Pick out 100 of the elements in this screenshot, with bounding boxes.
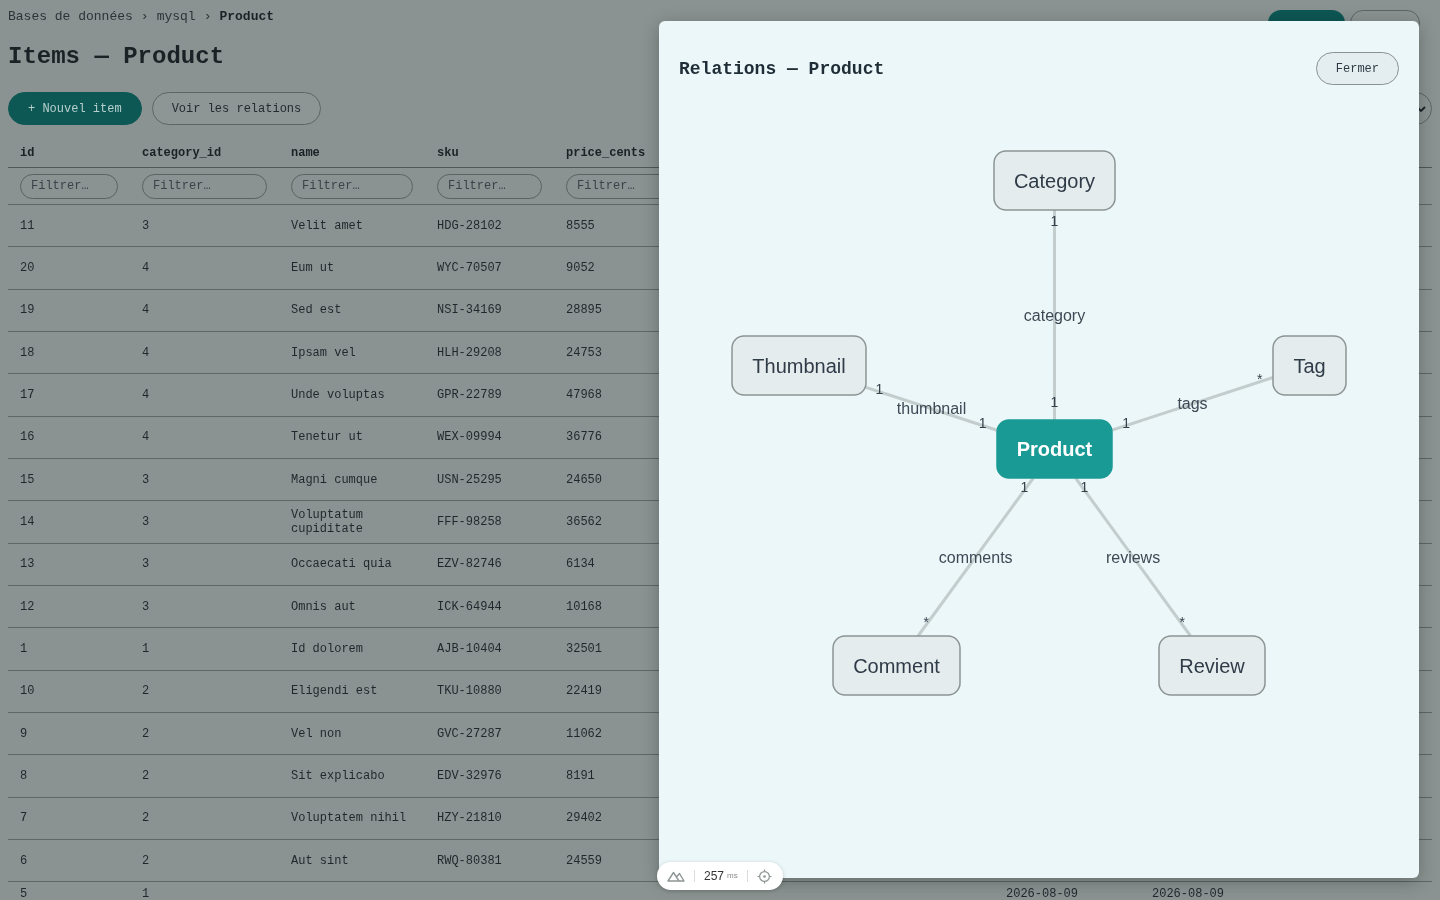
relation-label: reviews xyxy=(1105,548,1161,566)
table-cell-text: Sit explicabo xyxy=(290,768,386,783)
mountain-icon[interactable] xyxy=(667,870,685,882)
breadcrumb-link[interactable]: mysql xyxy=(156,9,196,24)
page-title: Items — Product xyxy=(8,42,225,72)
table-cell-text: Magni cumque xyxy=(290,472,379,487)
table-cell-text: Occaecati quia xyxy=(290,557,393,572)
close-button[interactable]: Fermer xyxy=(1315,52,1399,85)
filter-field[interactable]: Filtrer… xyxy=(20,173,118,199)
breadcrumb-link[interactable]: Bases de données xyxy=(8,9,133,24)
cardinality-label: 1 xyxy=(875,380,884,397)
table-cell-text: 14 xyxy=(19,514,36,529)
table-cell-text: Omnis aut xyxy=(290,599,357,614)
table-cell-text: 36562 xyxy=(565,514,603,529)
table-cell-text: GPR-22789 xyxy=(436,387,503,402)
table-cell-text: Eligendi est xyxy=(290,684,379,699)
table-cell-text: 22419 xyxy=(565,684,603,699)
entity-node: Product xyxy=(996,419,1113,479)
table-cell-text: EDV-32976 xyxy=(436,768,503,783)
table-cell-text: 13 xyxy=(19,557,36,572)
table-cell-text: Eum ut xyxy=(290,261,336,275)
table-cell-text: 47968 xyxy=(565,387,603,402)
entity-node: Thumbnail xyxy=(731,335,867,396)
cardinality-label: 1 xyxy=(1020,479,1029,496)
relation-label: category xyxy=(1023,306,1086,324)
table-cell-text: 29402 xyxy=(565,811,603,826)
cardinality-label: 1 xyxy=(1050,213,1059,229)
table-cell-text: RWQ-80381 xyxy=(436,853,503,868)
add-item-button[interactable]: + Nouvel item xyxy=(8,92,142,125)
table-cell-text: Ipsam vel xyxy=(290,345,357,360)
table-cell-text: 8555 xyxy=(565,218,596,233)
table-cell-text: 4 xyxy=(141,387,151,402)
table-cell-text: WYC-70507 xyxy=(436,261,503,275)
filter-field[interactable]: Filtrer… xyxy=(437,173,542,199)
table-cell-text: 15 xyxy=(19,472,36,487)
cardinality-label: 1 xyxy=(1122,414,1131,431)
table-cell-text: FFF-98258 xyxy=(436,514,503,529)
table-cell-text: 2 xyxy=(141,684,151,699)
filter-field[interactable]: Filtrer… xyxy=(142,173,267,199)
filter-field[interactable]: Filtrer… xyxy=(291,173,413,199)
table-cell-text: 8191 xyxy=(565,768,596,783)
table-cell-text: 32501 xyxy=(565,641,603,656)
table-cell-text: 36776 xyxy=(565,430,603,445)
table-cell-text: Velit amet xyxy=(290,218,364,233)
table-cell-text: 12 xyxy=(19,599,36,614)
table-cell-text: 16 xyxy=(19,430,36,445)
table-cell-text: 17 xyxy=(19,387,36,402)
table-cell-text: HZY-21810 xyxy=(436,811,503,826)
table-cell-text: 2 xyxy=(141,768,151,783)
table-cell-text: 24559 xyxy=(565,853,603,868)
dialog-title: Relations — Product xyxy=(679,57,885,80)
table-cell-text: WEX-09994 xyxy=(436,430,503,445)
cardinality-label: 1 xyxy=(1080,479,1089,496)
table-cell-text: AJB-10404 xyxy=(436,641,503,656)
table-cell-text: Tenetur ut xyxy=(290,430,364,445)
cardinality-label: * xyxy=(1256,370,1263,387)
table-cell-text: 3 xyxy=(141,599,151,614)
table-cell-text: ICK-64944 xyxy=(436,599,503,614)
breadcrumb-separator: › xyxy=(140,9,149,24)
entity-node: Category xyxy=(993,150,1116,211)
table-cell-text: 9052 xyxy=(565,261,596,275)
relation-label: tags xyxy=(1177,395,1208,413)
view-relations-button[interactable]: Voir les relations xyxy=(151,92,322,125)
duration-value: 257 xyxy=(704,869,725,883)
table-cell-text: 2026-08-09 xyxy=(1005,887,1079,900)
table-cell-text: 20 xyxy=(19,261,36,275)
table-cell-text: 4 xyxy=(141,261,151,275)
table-cell-text: 7 xyxy=(19,811,29,826)
table-cell-text: Unde voluptas xyxy=(290,387,386,402)
cardinality-label: 1 xyxy=(978,414,987,431)
crosshair-icon[interactable] xyxy=(756,868,772,884)
relation-label: comments xyxy=(938,548,1013,566)
entity-node: Comment xyxy=(832,635,961,696)
table-cell-text: Voluptatem nihil xyxy=(290,811,408,826)
table-cell-text: 24650 xyxy=(565,472,603,487)
table-cell-text: 11 xyxy=(19,218,36,233)
table-cell-text: HLH-29208 xyxy=(436,345,503,360)
relation-label: thumbnail xyxy=(896,400,967,418)
table-cell-text: 4 xyxy=(141,430,151,445)
table-cell-text: 2026-08-09 xyxy=(1151,887,1225,900)
table-cell-text: 5 xyxy=(19,887,29,900)
table-cell-text: 3 xyxy=(141,472,151,487)
table-cell-text: GVC-27287 xyxy=(436,726,503,741)
table-cell-text: 3 xyxy=(141,218,151,233)
cardinality-label: 1 xyxy=(1050,394,1059,410)
chevron-down-icon xyxy=(1416,105,1426,112)
breadcrumb-separator: › xyxy=(203,9,212,24)
table-cell-text: 2 xyxy=(141,853,151,868)
table-cell-text: Sed est xyxy=(290,303,343,318)
table-cell-text: USN-25295 xyxy=(436,472,503,487)
table-cell-text: 1 xyxy=(19,641,29,656)
column-header: sku xyxy=(436,146,460,162)
table-cell-text: TKU-10880 xyxy=(436,684,503,699)
table-cell-text: 2 xyxy=(141,726,151,741)
table-cell-text: Aut sint xyxy=(290,853,350,868)
table-cell-text: 6134 xyxy=(565,557,596,572)
table-cell-text: HDG-28102 xyxy=(436,218,503,233)
column-header: name xyxy=(290,146,321,162)
table-cell-text: 18 xyxy=(19,345,36,360)
table-cell-text: Vel non xyxy=(290,726,343,741)
